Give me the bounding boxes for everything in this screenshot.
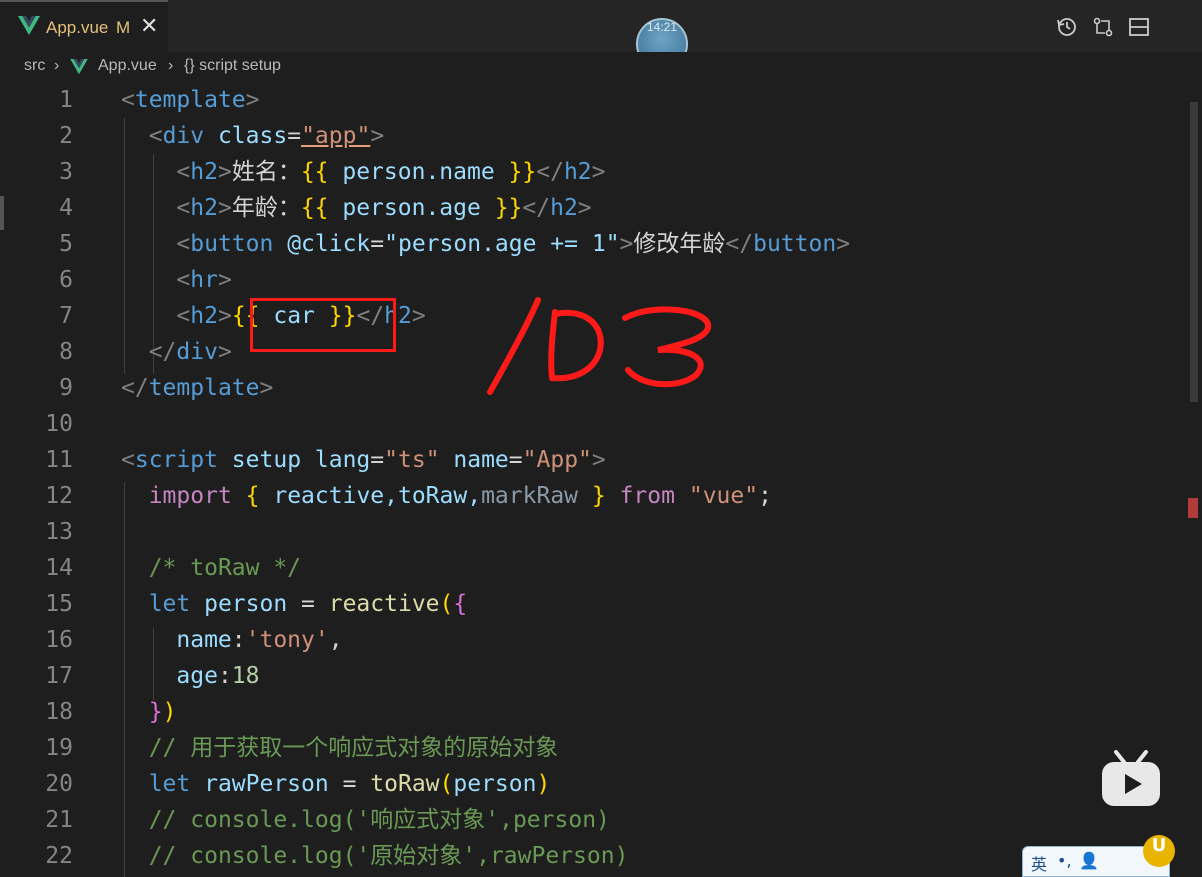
line-number: 14 <box>45 555 73 581</box>
split-editor-icon[interactable] <box>1128 16 1150 38</box>
line-number: 17 <box>45 663 73 689</box>
highlight-box <box>250 298 396 352</box>
line-number: 20 <box>45 771 73 797</box>
code-line: 16 name:'tony', <box>0 622 1190 658</box>
tab-label: App.vue <box>46 18 109 37</box>
code-line: 11 <script setup lang="ts" name="App"> <box>0 442 1190 478</box>
line-number: 11 <box>45 447 73 473</box>
user-icon[interactable]: 👤 <box>1079 851 1099 870</box>
code-line: 18 }) <box>0 694 1190 730</box>
code-line: 1 <template> <box>0 82 1190 118</box>
vue-file-icon <box>70 59 88 75</box>
line-number: 16 <box>45 627 73 653</box>
code-line: 2 <div class="app"> <box>0 118 1190 154</box>
line-number: 13 <box>45 519 73 545</box>
ime-logo-icon: U <box>1143 835 1175 867</box>
line-number: 18 <box>45 699 73 725</box>
code-line: 12 import { reactive,toRaw,markRaw } fro… <box>0 478 1190 514</box>
compare-changes-icon[interactable] <box>1092 16 1114 38</box>
line-number: 19 <box>45 735 73 761</box>
history-icon[interactable] <box>1056 16 1078 38</box>
code-line: 17 age:18 <box>0 658 1190 694</box>
line-number: 2 <box>59 123 73 149</box>
code-line: 10 <box>0 406 1190 442</box>
breadcrumb-src[interactable]: src <box>24 57 45 75</box>
line-number: 22 <box>45 843 73 869</box>
scrollbar-thumb[interactable] <box>1190 102 1198 402</box>
code-editor[interactable]: 1 <template> 2 <div class="app"> 3 <h2>姓名… <box>0 82 1202 877</box>
breadcrumb-symbol[interactable]: {} script setup <box>184 57 281 75</box>
scroll-marker <box>1188 498 1198 518</box>
line-number: 3 <box>59 159 73 185</box>
code-line: 22 // console.log('原始对象',rawPerson) <box>0 838 1190 874</box>
line-number: 21 <box>45 807 73 833</box>
line-number: 6 <box>59 267 73 293</box>
line-number: 7 <box>59 303 73 329</box>
line-number: 9 <box>59 375 73 401</box>
line-number: 12 <box>45 483 73 509</box>
line-number: 10 <box>45 411 73 437</box>
code-line: 4 <h2>年龄：{{ person.age }}</h2> <box>0 190 1190 226</box>
line-number: 5 <box>59 231 73 257</box>
chevron-right-icon: › <box>54 57 60 74</box>
code-line: 20 let rawPerson = toRaw(person) <box>0 766 1190 802</box>
handwritten-annotation: 103 <box>487 297 712 395</box>
code-line: 5 <button @click="person.age += 1">修改年龄<… <box>0 226 1190 262</box>
line-number: 4 <box>59 195 73 221</box>
chevron-right-icon: › <box>168 57 174 74</box>
code-line: 3 <h2>姓名：{{ person.name }}</h2> <box>0 154 1190 190</box>
modified-indicator: M <box>116 18 131 37</box>
ime-punctuation[interactable]: •, <box>1057 851 1072 870</box>
vue-file-icon <box>18 16 40 35</box>
code-line: 15 let person = reactive({ <box>0 586 1190 622</box>
ime-status-bar[interactable]: 英 •, 👤 U <box>1022 835 1175 877</box>
code-line: 13 <box>0 514 1190 550</box>
tab-bar: App.vue M ✕ <box>0 0 1202 52</box>
ime-language[interactable]: 英 <box>1031 851 1047 875</box>
vertical-scrollbar[interactable] <box>1186 82 1202 877</box>
breadcrumb-file[interactable]: App.vue <box>98 57 157 75</box>
line-number: 15 <box>45 591 73 617</box>
line-number: 8 <box>59 339 73 365</box>
code-line: 21 // console.log('响应式对象',person) <box>0 802 1190 838</box>
code-line: 14 /* toRaw */ <box>0 550 1190 586</box>
line-number: 1 <box>59 87 73 113</box>
editor-tab-app-vue[interactable]: App.vue M ✕ <box>0 0 168 52</box>
close-icon[interactable]: ✕ <box>140 14 158 39</box>
breadcrumb: src › App.vue › {} script setup <box>0 52 1202 82</box>
code-line: 19 // 用于获取一个响应式对象的原始对象 <box>0 730 1190 766</box>
bilibili-logo-icon <box>1102 750 1160 806</box>
